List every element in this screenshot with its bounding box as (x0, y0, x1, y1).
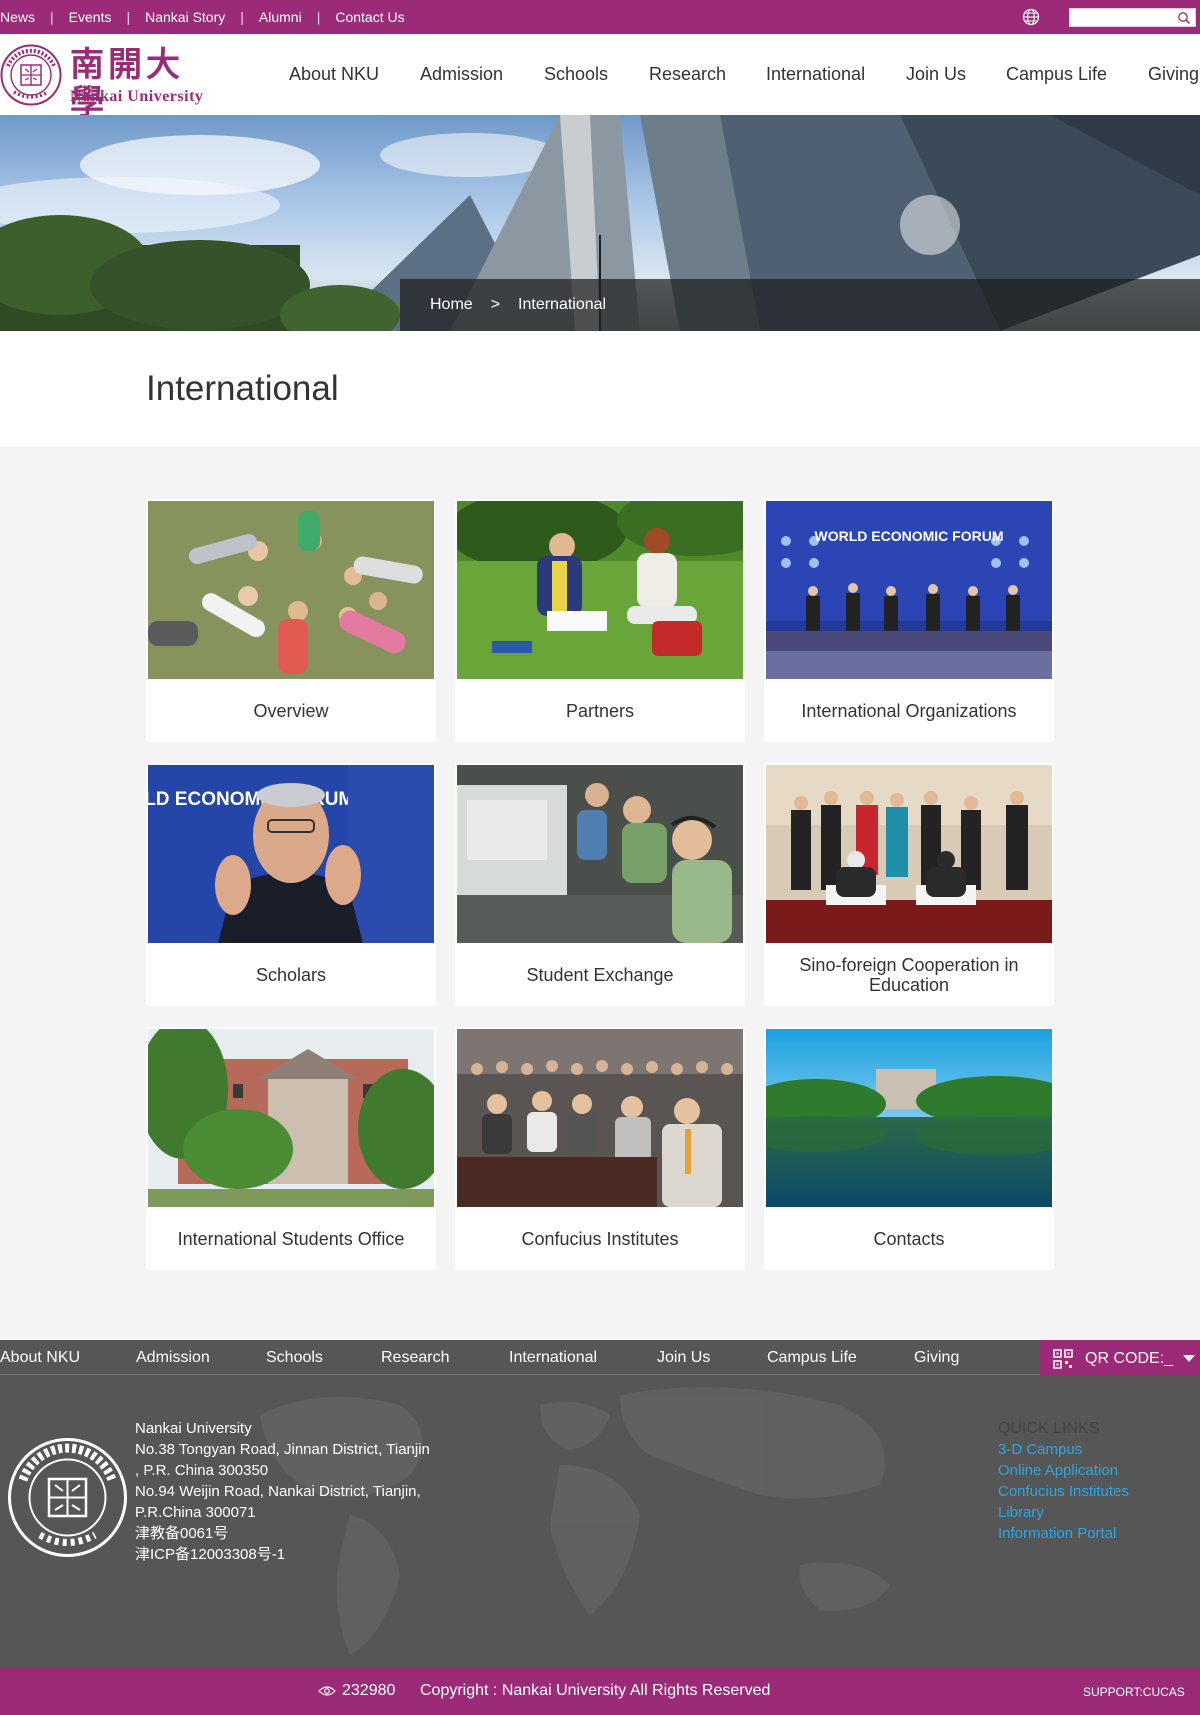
utility-link-alumni[interactable]: Alumni (259, 9, 302, 25)
quick-link-information-portal[interactable]: Information Portal (998, 1523, 1129, 1544)
separator: | (316, 9, 321, 25)
page-title: International (146, 369, 339, 408)
footer: Nankai University No.38 Tongyan Road, Ji… (0, 1375, 1200, 1668)
card-label: Contacts (873, 1228, 945, 1249)
chevron-down-icon (1183, 1355, 1195, 1362)
nav-schools[interactable]: Schools (544, 64, 608, 85)
qr-code-toggle[interactable]: QR CODE:_ (1040, 1340, 1200, 1376)
nav-international[interactable]: International (766, 64, 865, 85)
students-lying-on-grass-photo (148, 501, 434, 679)
utility-link-news[interactable]: News (0, 9, 35, 25)
utility-links: News | Events | Nankai Story | Alumni | … (0, 0, 405, 34)
footer-nav-international[interactable]: International (509, 1349, 597, 1367)
card-contacts[interactable]: Contacts (764, 1027, 1054, 1270)
footer-navigation: About NKU Admission Schools Research Int… (0, 1340, 1200, 1375)
qr-code-label: QR CODE:_ (1085, 1350, 1174, 1367)
separator: | (126, 9, 131, 25)
nav-research[interactable]: Research (649, 64, 726, 85)
language-globe-icon[interactable] (1021, 7, 1041, 27)
footer-nav-campus-life[interactable]: Campus Life (767, 1349, 857, 1367)
card-international-organizations[interactable]: WORLD ECONOMIC FORUM International Organ… (764, 499, 1054, 742)
site-header: 南開大學 Nankai University About NKU Admissi… (0, 34, 1200, 122)
address-line: Nankai University (135, 1420, 252, 1437)
breadcrumb-home[interactable]: Home (430, 296, 473, 314)
footer-nav-about-nku[interactable]: About NKU (0, 1349, 80, 1367)
utility-link-nankai-story[interactable]: Nankai Story (145, 9, 225, 25)
agreement-signing-ceremony-photo (766, 765, 1052, 943)
card-confucius-institutes[interactable]: Confucius Institutes (455, 1027, 745, 1270)
qr-code-icon (1053, 1349, 1073, 1369)
quick-link-library[interactable]: Library (998, 1502, 1129, 1523)
nav-about-nku[interactable]: About NKU (289, 64, 379, 85)
card-international-students-office[interactable]: International Students Office (146, 1027, 436, 1270)
card-label: International Students Office (177, 1228, 405, 1249)
breadcrumb-separator: > (490, 296, 501, 313)
card-label: Overview (253, 700, 329, 721)
card-student-exchange[interactable]: Student Exchange (455, 763, 745, 1006)
students-studying-on-lawn-photo (457, 501, 743, 679)
footer-nav-schools[interactable]: Schools (266, 1349, 323, 1367)
card-label: Partners (565, 700, 635, 721)
footer-nav-giving[interactable]: Giving (914, 1349, 959, 1367)
quick-links-heading: QUICK LINKS (998, 1420, 1100, 1437)
footer-nav-research[interactable]: Research (381, 1349, 449, 1367)
footer-nav-admission[interactable]: Admission (136, 1349, 210, 1367)
conference-audience-photo (457, 1029, 743, 1207)
section-grid: Overview Partners WORLD ECONOMIC FORUM I… (0, 447, 1200, 1340)
footer-address: Nankai University No.38 Tongyan Road, Ji… (135, 1418, 465, 1565)
address-line: No.94 Weijin Road, Nankai District, Tian… (135, 1483, 421, 1500)
card-partners[interactable]: Partners (455, 499, 745, 742)
quick-link-confucius-institutes[interactable]: Confucius Institutes (998, 1481, 1129, 1502)
world-economic-forum-panel-photo: WORLD ECONOMIC FORUM (766, 501, 1052, 679)
nav-giving[interactable]: Giving (1148, 64, 1199, 85)
utility-link-events[interactable]: Events (69, 9, 112, 25)
scholar-speaking-photo: WORLD ECONOMIC FORUM (148, 765, 434, 943)
search-box (1069, 8, 1196, 27)
address-line: 津ICP备12003308号-1 (135, 1546, 286, 1563)
address-line: , P.R. China 300350 (135, 1462, 269, 1479)
eye-icon (318, 1686, 336, 1696)
address-line: P.R.China 300071 (135, 1504, 256, 1521)
card-label: International Organizations (801, 700, 1017, 721)
separator: | (50, 9, 54, 25)
quick-link-3d-campus[interactable]: 3-D Campus (998, 1439, 1129, 1460)
nav-admission[interactable]: Admission (420, 64, 503, 85)
separator: | (240, 9, 244, 25)
card-overview[interactable]: Overview (146, 499, 436, 742)
search-input[interactable] (1070, 9, 1170, 27)
footer-nav-join-us[interactable]: Join Us (657, 1349, 710, 1367)
top-bar: News | Events | Nankai Story | Alumni | … (0, 0, 1200, 34)
card-label: Sino-foreign Cooperation in Education (799, 954, 1019, 995)
nav-join-us[interactable]: Join Us (906, 64, 966, 85)
search-icon[interactable] (1177, 11, 1191, 25)
utility-link-contact-us[interactable]: Contact Us (335, 9, 404, 25)
quick-link-online-application[interactable]: Online Application (998, 1460, 1129, 1481)
nav-campus-life[interactable]: Campus Life (1006, 64, 1107, 85)
main-navigation: About NKU Admission Schools Research Int… (0, 34, 1200, 115)
quick-links: QUICK LINKS 3-D Campus Online Applicatio… (998, 1418, 1129, 1544)
students-with-headsets-photo (457, 765, 743, 943)
banner-text: WORLD ECONOMIC FORUM (815, 528, 1004, 544)
breadcrumb: Home > International (400, 279, 1200, 331)
breadcrumb-current: International (518, 296, 607, 313)
card-label: Scholars (255, 964, 327, 985)
card-label: Student Exchange (526, 964, 674, 985)
card-sino-foreign-cooperation[interactable]: Sino-foreign Cooperation in Education (764, 763, 1054, 1006)
copyright-text: Copyright : Nankai University All Rights… (420, 1682, 771, 1699)
copyright-bar: 232980 Copyright : Nankai University All… (0, 1668, 1200, 1715)
university-seal-icon (8, 1438, 127, 1557)
hero-banner: Home > International (0, 115, 1200, 331)
support-credit[interactable]: SUPPORT:CUCAS (1083, 1685, 1185, 1699)
campus-lake-reflection-photo (766, 1029, 1052, 1207)
campus-building-with-trees-photo (148, 1029, 434, 1207)
card-label: Confucius Institutes (521, 1228, 679, 1249)
visit-counter: 232980 (342, 1682, 396, 1699)
card-scholars[interactable]: WORLD ECONOMIC FORUM Scholars (146, 763, 436, 1006)
address-line: 津教备0061号 (135, 1525, 229, 1542)
address-line: No.38 Tongyan Road, Jinnan District, Tia… (135, 1441, 430, 1458)
